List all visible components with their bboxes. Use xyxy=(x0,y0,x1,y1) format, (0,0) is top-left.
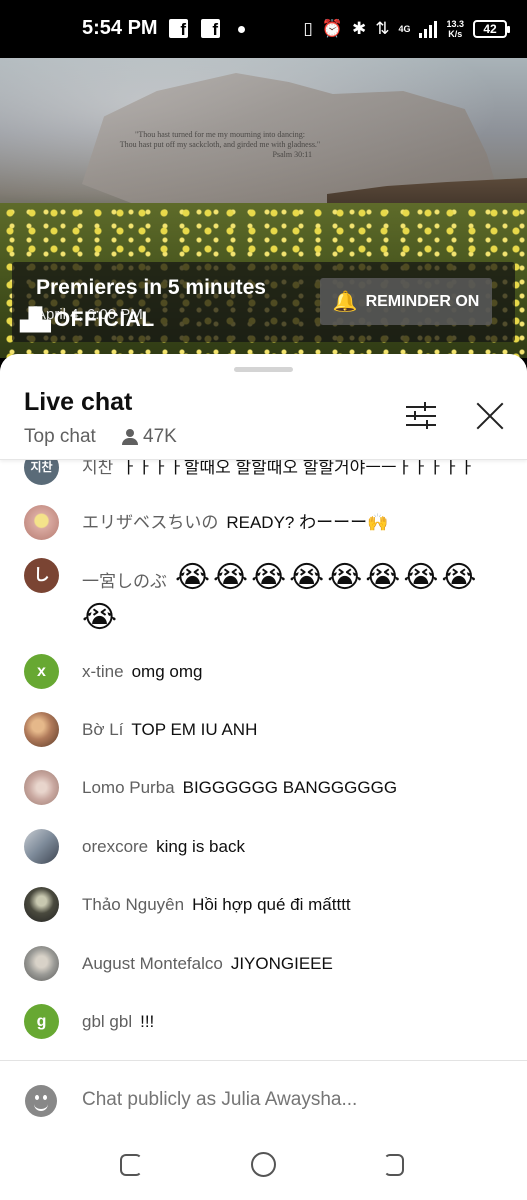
channel-logo-text: OFFICIAL xyxy=(53,308,155,331)
channel-logo-mark-icon: ▟▙ xyxy=(20,307,51,332)
live-chat-panel: Live chat Top chat 47K 지찬 지찬 ㅏㅏㅏㅏ할때오 할할때오… xyxy=(0,354,527,1200)
chat-header: Live chat Top chat 47K xyxy=(0,354,527,460)
chat-mode-selector[interactable]: Top chat xyxy=(24,426,96,448)
message-text: READY? わーーー🙌 xyxy=(226,513,389,532)
net-speed: 13.3 K/s xyxy=(446,19,464,39)
message-text: !!! xyxy=(140,1012,155,1031)
recents-nav-icon[interactable] xyxy=(384,1154,404,1176)
reminder-button[interactable]: 🔔 REMINDER ON xyxy=(320,278,492,325)
message-author[interactable]: x-tine xyxy=(82,662,124,681)
net-speed-value: 13.3 xyxy=(446,19,464,29)
chat-message: Thảo Nguyên Hồi hợp qué đi mấtttt xyxy=(24,887,504,922)
message-author[interactable]: Thảo Nguyên xyxy=(82,895,184,914)
chat-message: エリザベスちいの READY? わーーー🙌 xyxy=(24,505,504,540)
chat-input[interactable] xyxy=(82,1089,482,1111)
reminder-label: REMINDER ON xyxy=(365,292,480,310)
facebook-icon: f xyxy=(169,19,188,39)
channel-logo: ▟▙ OFFICIAL xyxy=(12,298,203,342)
quote-line-2: Thou hast put off my sackcloth, and gird… xyxy=(119,140,321,149)
person-icon xyxy=(122,428,138,446)
message-text: king is back xyxy=(156,837,245,856)
avatar[interactable] xyxy=(24,946,59,981)
emoji-picker-icon[interactable] xyxy=(25,1085,57,1117)
chat-message-list[interactable]: 지찬 지찬 ㅏㅏㅏㅏ할때오 할할때오 할할거야ㅡㅡㅏㅏㅏㅏㅏ エリザベスちいの RE… xyxy=(0,450,527,1058)
bell-ringing-icon: 🔔 xyxy=(332,291,358,313)
message-author[interactable]: 지찬 xyxy=(82,458,113,477)
message-author[interactable]: 一宮しのぶ xyxy=(82,572,167,591)
chat-message: g gbl gbl!!! xyxy=(24,1004,504,1039)
bluetooth-icon: ✱ xyxy=(351,19,367,38)
chat-message: し 一宮しのぶ 😭😭😭😭😭😭😭😭😭 xyxy=(24,558,504,638)
message-text: Hồi hợp qué đi mấtttt xyxy=(192,895,351,914)
quote-line-1: "Thou hast turned for me my mourning int… xyxy=(135,130,305,139)
message-text: BIGGGGGG BANGGGGGG xyxy=(182,778,398,797)
net-speed-unit: K/s xyxy=(448,29,463,39)
close-chat-button[interactable] xyxy=(472,398,508,434)
home-nav-icon[interactable] xyxy=(251,1152,276,1177)
message-author[interactable]: Bờ Lí xyxy=(82,720,123,739)
viewer-count: 47K xyxy=(122,426,177,448)
system-nav-bar xyxy=(0,1128,527,1200)
viewer-count-value: 47K xyxy=(143,426,177,447)
chat-message: orexcore king is back xyxy=(24,829,504,864)
status-bar: 5:54 PM f f ▯ ⏰ ✱ ⇅ 4G 13.3 K/s 42 xyxy=(0,0,527,58)
drag-handle[interactable] xyxy=(234,367,293,372)
alarm-icon: ⏰ xyxy=(321,19,343,38)
premiere-title: Premieres in 5 minutes xyxy=(36,276,266,299)
message-text: TOP EM IU ANH xyxy=(131,720,258,739)
notification-dot-icon xyxy=(238,26,245,33)
vibrate-icon: ▯ xyxy=(303,19,313,38)
filter-settings-button[interactable] xyxy=(404,400,440,432)
message-author[interactable]: gbl gbl xyxy=(82,1012,132,1031)
back-nav-icon[interactable] xyxy=(120,1154,142,1176)
status-icons: ▯ ⏰ ✱ ⇅ 4G 13.3 K/s 42 xyxy=(303,14,510,44)
signal-icon xyxy=(419,20,438,38)
message-author[interactable]: Lomo Purba xyxy=(82,778,175,797)
avatar[interactable] xyxy=(24,505,59,540)
message-text: JIYONGIEEE xyxy=(230,954,333,973)
chat-message: August Montefalco JIYONGIEEE xyxy=(24,946,504,981)
chat-message: x x-tine omg omg xyxy=(24,654,504,689)
avatar[interactable] xyxy=(24,712,59,747)
chat-message: Lomo Purba BIGGGGGG BANGGGGGG xyxy=(24,770,504,805)
battery-icon: 42 xyxy=(473,20,510,38)
message-author[interactable]: orexcore xyxy=(82,837,148,856)
avatar[interactable] xyxy=(24,770,59,805)
quote-reference: Psalm 30:11 xyxy=(272,150,312,159)
avatar[interactable] xyxy=(24,887,59,922)
message-author[interactable]: August Montefalco xyxy=(82,954,223,973)
avatar[interactable]: g xyxy=(24,1004,59,1039)
data-arrows-icon: ⇅ xyxy=(375,19,390,38)
avatar[interactable]: し xyxy=(24,558,59,593)
video-quote: "Thou hast turned for me my mourning int… xyxy=(110,130,330,160)
message-text: ㅏㅏㅏㅏ할때오 할할때오 할할거야ㅡㅡㅏㅏㅏㅏㅏ xyxy=(121,458,475,477)
network-type: 4G xyxy=(398,24,411,34)
facebook-icon: f xyxy=(201,19,220,39)
message-text: omg omg xyxy=(131,662,203,681)
status-time: 5:54 PM xyxy=(82,17,158,39)
avatar[interactable]: x xyxy=(24,654,59,689)
message-author[interactable]: エリザベスちいの xyxy=(82,513,218,532)
chat-message: Bờ Lí TOP EM IU ANH xyxy=(24,712,504,747)
chat-title: Live chat xyxy=(24,388,133,416)
avatar[interactable] xyxy=(24,829,59,864)
